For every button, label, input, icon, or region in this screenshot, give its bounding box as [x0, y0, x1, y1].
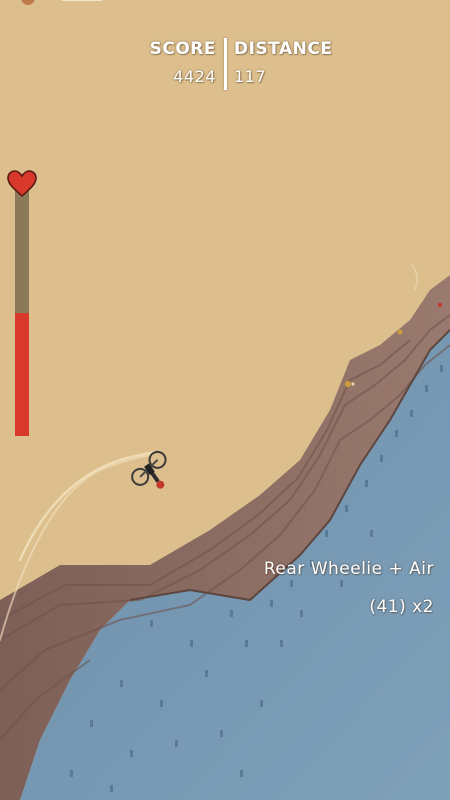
health-bar [15, 190, 29, 436]
score-value: 4424 [173, 67, 216, 86]
score-label: SCORE [149, 39, 216, 59]
health-fill [15, 313, 29, 436]
distance-value: 117 [234, 67, 267, 86]
heart-icon [7, 170, 37, 198]
trick-name: Rear Wheelie + Air [263, 559, 434, 579]
game-scene [0, 0, 450, 800]
distance-label: DISTANCE [234, 39, 333, 59]
hud-divider [224, 38, 227, 90]
trick-combo: (41) x2 [369, 597, 434, 617]
